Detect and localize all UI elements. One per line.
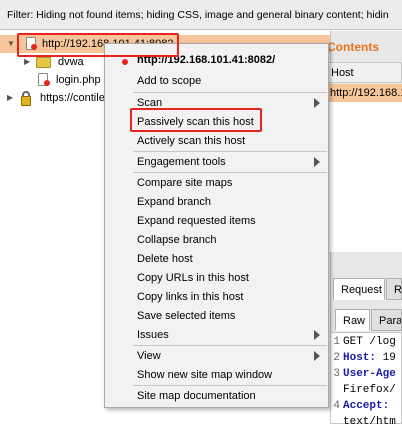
tab-raw[interactable]: Raw <box>335 309 370 331</box>
annotation-highlight-passive-scan <box>130 108 262 132</box>
menu-separator <box>133 345 327 346</box>
chevron-right-icon[interactable]: ▶ <box>7 93 17 103</box>
table-body <box>326 102 402 252</box>
menu-item-compare-site-maps[interactable]: Compare site maps <box>105 174 328 192</box>
request-line: text/htm <box>343 416 396 424</box>
submenu-arrow-icon <box>314 351 320 361</box>
tab-request[interactable]: Request <box>333 278 385 300</box>
menu-item-save-selected[interactable]: Save selected items <box>105 307 328 325</box>
red-dot-icon <box>122 59 128 65</box>
menu-item-delete-host[interactable]: Delete host <box>105 250 328 268</box>
menu-item-copy-urls[interactable]: Copy URLs in this host <box>105 269 328 287</box>
column-header-host[interactable]: Host <box>326 62 402 83</box>
chevron-right-icon[interactable]: ▶ <box>24 57 34 67</box>
tab-params[interactable]: Param <box>371 309 402 331</box>
lock-icon <box>21 91 31 106</box>
menu-separator <box>133 172 327 173</box>
menu-separator <box>133 385 327 386</box>
menu-item-new-window[interactable]: Show new site map window <box>105 366 328 384</box>
request-line: 3 User-Age <box>333 368 396 380</box>
request-line: 1 GET /log <box>333 336 396 348</box>
tree-folder-label: dvwa <box>58 56 84 68</box>
menu-item-copy-links[interactable]: Copy links in this host <box>105 288 328 306</box>
table-row[interactable]: http://192.168.1 <box>326 84 402 102</box>
menu-item-issues[interactable]: Issues <box>105 326 328 344</box>
request-line: 4 Accept: <box>333 400 390 412</box>
menu-separator <box>133 92 327 93</box>
menu-separator <box>133 151 327 152</box>
folder-icon <box>36 57 51 68</box>
menu-item-engagement-tools[interactable]: Engagement tools <box>105 153 328 171</box>
request-line: Firefox/ <box>343 384 396 396</box>
submenu-arrow-icon <box>314 330 320 340</box>
request-line: 2 Host: 19 <box>333 352 396 364</box>
menu-item-active-scan[interactable]: Actively scan this host <box>105 132 328 150</box>
menu-item-view[interactable]: View <box>105 347 328 365</box>
context-menu: http://192.168.101.41:8082/ Add to scope… <box>104 43 329 408</box>
submenu-arrow-icon <box>314 98 320 108</box>
annotation-highlight-host <box>17 33 179 57</box>
menu-item-add-to-scope[interactable]: Add to scope <box>105 72 328 90</box>
filter-bar[interactable]: Filter: Hiding not found items; hiding C… <box>0 0 402 30</box>
menu-item-expand-branch[interactable]: Expand branch <box>105 193 328 211</box>
tree-file-label: login.php <box>56 74 101 86</box>
request-editor[interactable]: 1 GET /log 2 Host: 19 3 User-Age Firefox/ 4… <box>330 332 402 424</box>
menu-item-documentation[interactable]: Site map documentation <box>105 387 328 405</box>
contents-title: Contents <box>327 40 379 54</box>
submenu-arrow-icon <box>314 157 320 167</box>
red-dot-icon <box>44 80 50 86</box>
tree-host-label: https://contile <box>40 92 105 104</box>
chevron-down-icon[interactable]: ▼ <box>7 39 17 49</box>
tab-response[interactable]: R <box>386 278 402 300</box>
menu-item-collapse-branch[interactable]: Collapse branch <box>105 231 328 249</box>
menu-item-expand-requested[interactable]: Expand requested items <box>105 212 328 230</box>
